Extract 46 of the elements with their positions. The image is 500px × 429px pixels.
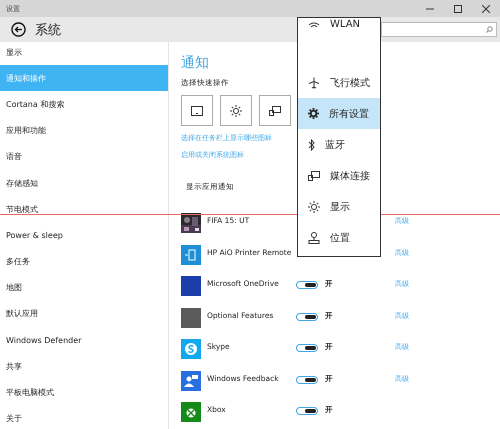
tablet-icon	[191, 106, 203, 116]
quick-action-tile[interactable]	[181, 95, 213, 126]
back-button[interactable]	[11, 22, 26, 37]
menu-item[interactable]: 蓝牙	[298, 129, 380, 160]
toggle-switch[interactable]	[296, 312, 318, 320]
person-pin-icon	[308, 232, 320, 244]
search-field[interactable]	[381, 22, 497, 37]
settings-icon	[308, 108, 319, 119]
sidebar-item[interactable]: 显示	[0, 39, 168, 66]
sidebar-item[interactable]: 应用和功能	[0, 118, 168, 144]
sidebar-item[interactable]: 节电模式	[0, 196, 168, 222]
menu-item[interactable]: 所有设置	[298, 98, 380, 129]
toggle-switch[interactable]	[296, 407, 318, 415]
maximize-icon[interactable]	[454, 4, 462, 12]
toggle-switch[interactable]	[296, 376, 318, 384]
quick-action-tile[interactable]	[220, 95, 252, 126]
quick-action-tile[interactable]	[259, 95, 291, 126]
sidebar-item[interactable]: 多任务	[0, 248, 168, 275]
sidebar-item[interactable]: Cortana 和搜索	[0, 91, 168, 118]
sidebar-item[interactable]: 平板电脑模式	[0, 379, 168, 406]
display-icon	[269, 106, 281, 116]
sun-icon	[308, 200, 320, 212]
search-icon	[486, 26, 493, 33]
menu-item[interactable]: 飞行模式	[298, 67, 380, 98]
page-title: 系统	[35, 22, 61, 38]
sidebar-item[interactable]: 关于	[0, 406, 168, 429]
display-icon	[308, 170, 320, 180]
sidebar-item[interactable]: 存储感知	[0, 170, 168, 196]
toggle-switch[interactable]	[296, 281, 318, 289]
menu-item[interactable]: 媒体连接	[298, 160, 380, 191]
sidebar-item[interactable]: 语音	[0, 144, 168, 170]
menu-item[interactable]: 位置	[298, 222, 380, 253]
close-icon[interactable]	[482, 4, 490, 12]
menu-item[interactable]: 显示	[298, 191, 380, 222]
sidebar-item[interactable]: 默认应用	[0, 300, 168, 328]
toggle-switch[interactable]	[296, 344, 318, 352]
section-title: 通知	[181, 54, 209, 72]
sidebar-item[interactable]: 共享	[0, 353, 168, 380]
sidebar-item[interactable]: Power & sleep	[0, 222, 168, 248]
wifi-icon	[308, 20, 320, 28]
menu-item[interactable]: WLAN	[298, 18, 380, 40]
sun-icon	[230, 104, 242, 116]
sidebar-item[interactable]: Windows Defender	[0, 327, 168, 354]
sidebar-item[interactable]: 地图	[0, 274, 168, 301]
airplane-icon	[308, 76, 320, 88]
bluetooth-icon	[308, 138, 315, 150]
